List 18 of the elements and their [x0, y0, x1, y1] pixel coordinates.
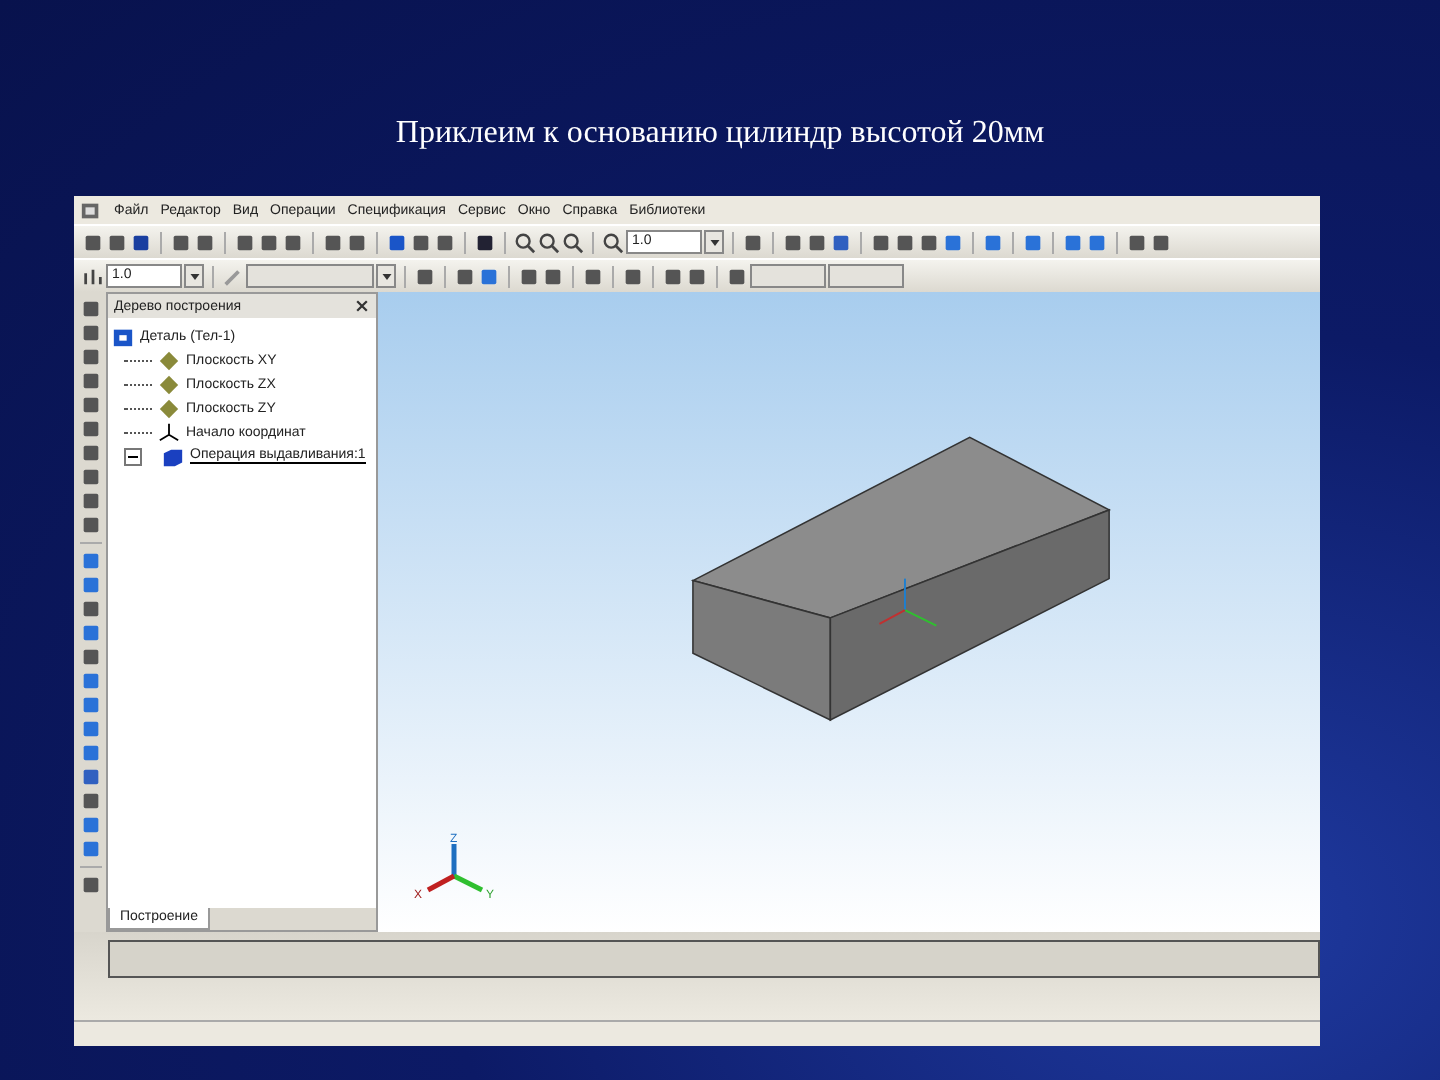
zoom-icon[interactable] [514, 231, 536, 253]
command-field[interactable] [108, 940, 1320, 978]
part-icon [112, 325, 134, 347]
caret-icon [189, 273, 199, 279]
zoom-icon[interactable] [602, 231, 624, 253]
app-icon [80, 199, 102, 221]
dropdown-button[interactable] [704, 230, 724, 254]
step-icon [82, 265, 104, 287]
dropdown-button[interactable] [376, 264, 396, 288]
caret-icon [709, 239, 719, 245]
caret-icon [381, 273, 391, 279]
axes-icon [158, 421, 180, 443]
slide-title: Приклеим к основанию цилиндр высотой 20мм [393, 116, 1047, 154]
zoom-in-icon[interactable] [538, 231, 560, 253]
zoom-out-icon[interactable] [562, 231, 584, 253]
dropdown-button[interactable] [184, 264, 204, 288]
expander-icon[interactable] [124, 447, 142, 465]
close-icon[interactable] [354, 298, 370, 314]
